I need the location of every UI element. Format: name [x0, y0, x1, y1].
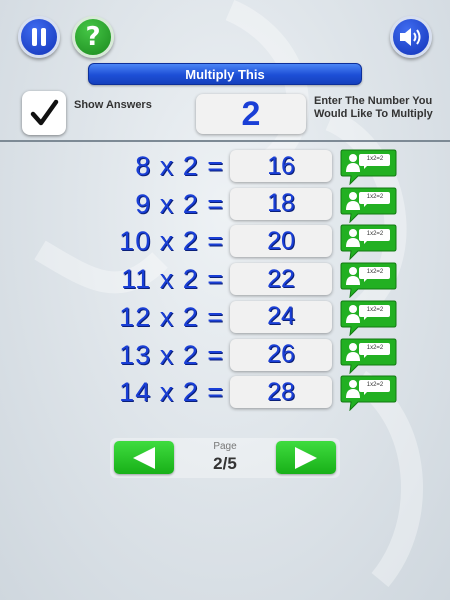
hint-button[interactable]: 1x2=2	[340, 224, 397, 261]
hint-button[interactable]: 1x2=2	[340, 375, 397, 412]
equation-label: 14 x 2 =	[119, 377, 224, 408]
help-icon: ?	[85, 22, 101, 52]
page-title: Multiply This	[88, 63, 362, 85]
arrow-right-icon	[295, 446, 317, 469]
table-row: 10 x 2 = 20 1x2=2	[0, 224, 450, 261]
table-row: 13 x 2 = 26 1x2=2	[0, 338, 450, 374]
speech-bubble-icon	[340, 262, 397, 299]
table-row: 8 x 2 = 16 1x2=2	[0, 149, 450, 186]
divider	[0, 140, 450, 142]
sound-button[interactable]	[390, 16, 432, 58]
pause-icon	[32, 28, 46, 46]
hint-button[interactable]: 1x2=2	[340, 187, 397, 224]
help-button[interactable]: ?	[72, 16, 114, 58]
equation-label: 12 x 2 =	[119, 301, 224, 332]
page-label: Page	[213, 441, 237, 452]
speech-bubble-icon	[340, 224, 397, 261]
speech-bubble-icon	[340, 300, 397, 337]
answer-field[interactable]: 20	[230, 225, 332, 258]
hint-text: 1x2=2	[366, 156, 384, 162]
arrow-left-icon	[133, 446, 155, 469]
equation-label: 11 x 2 =	[121, 264, 224, 295]
number-input-label: Enter The Number You Would Like To Multi…	[314, 95, 433, 120]
hint-text: 1x2=2	[366, 306, 384, 313]
hint-text: 1x2=2	[366, 382, 384, 389]
hint-text: 1x2=2	[366, 344, 384, 351]
table-row: 12 x 2 = 24 1x2=2	[0, 300, 450, 337]
speaker-icon	[400, 28, 421, 46]
checkmark-icon	[30, 99, 59, 126]
hint-button[interactable]: 1x2=2	[340, 338, 397, 374]
table-row: 14 x 2 = 28 1x2=2	[0, 375, 450, 412]
answer-field[interactable]: 18	[230, 187, 332, 220]
answer-field[interactable]: 16	[230, 150, 332, 182]
equation-label: 10 x 2 =	[119, 226, 224, 257]
show-answers-checkbox[interactable]	[22, 91, 66, 135]
hint-text: 1x2=2	[366, 231, 384, 238]
speech-bubble-icon	[340, 375, 397, 412]
equation-label: 9 x 2 =	[135, 188, 224, 219]
number-input[interactable]: 2	[196, 94, 306, 134]
answer-field[interactable]: 24	[230, 300, 332, 333]
hint-button[interactable]: 1x2=2	[340, 149, 397, 186]
hint-button[interactable]: 1x2=2	[340, 300, 397, 337]
speech-bubble-icon	[340, 187, 397, 224]
hint-button[interactable]: 1x2=2	[340, 262, 397, 299]
hint-text: 1x2=2	[366, 193, 384, 200]
show-answers-label: Show Answers	[74, 99, 152, 111]
table-row: 9 x 2 = 18 1x2=2	[0, 187, 450, 224]
hint-text: 1x2=2	[366, 269, 384, 276]
table-row: 11 x 2 = 22 1x2=2	[0, 262, 450, 299]
speech-bubble-icon	[340, 338, 397, 374]
pause-button[interactable]	[18, 16, 60, 58]
equation-label: 8 x 2 =	[135, 151, 224, 181]
answer-field[interactable]: 22	[230, 263, 332, 296]
equation-label: 13 x 2 =	[119, 339, 224, 370]
speech-bubble-icon	[340, 149, 397, 186]
page-indicator: 2/5	[213, 454, 237, 473]
answer-field[interactable]: 28	[230, 376, 332, 409]
next-page-button[interactable]	[276, 441, 336, 474]
previous-page-button[interactable]	[114, 441, 174, 474]
answer-field[interactable]: 26	[230, 338, 332, 371]
